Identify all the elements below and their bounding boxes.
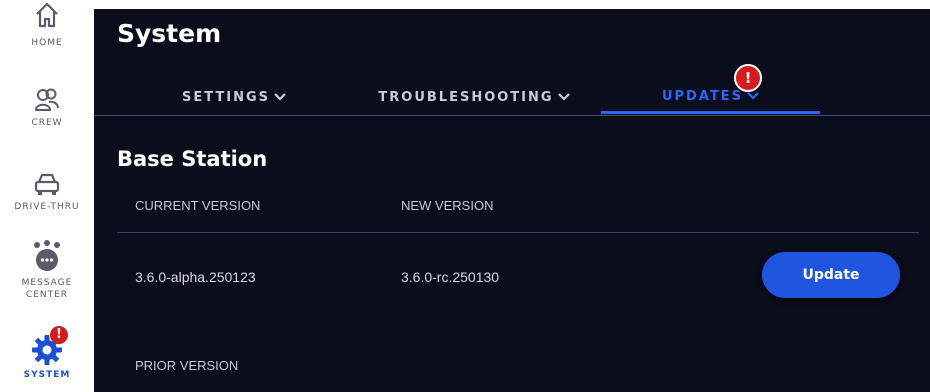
chevron-down-icon	[274, 93, 286, 101]
current-version-value: 3.6.0-alpha.250123	[135, 269, 256, 285]
page-title: System	[117, 19, 222, 48]
gear-icon-wrapper: !	[31, 326, 68, 366]
updates-alert-badge: !	[734, 64, 762, 92]
message-center-icon	[34, 240, 60, 271]
tab-updates[interactable]: UPDATES !	[601, 64, 820, 114]
new-version-header: NEW VERSION	[401, 198, 494, 213]
section-title: Base Station	[117, 147, 268, 171]
system-alert-badge: !	[50, 326, 68, 344]
sidebar-item-label: HOME	[31, 38, 63, 48]
sidebar-item-message-center[interactable]: MESSAGE CENTER	[0, 240, 94, 301]
prior-version-header: PRIOR VERSION	[135, 358, 239, 373]
sidebar-item-drive-thru[interactable]: DRIVE-THRU	[0, 170, 94, 213]
car-icon	[34, 173, 60, 195]
tab-bar: SETTINGS TROUBLESHOOTING UPDATES !	[94, 64, 930, 116]
sidebar-item-crew[interactable]: CREW	[0, 86, 94, 129]
tab-label: SETTINGS	[181, 89, 271, 105]
crew-icon	[34, 88, 59, 111]
sidebar-item-label: SYSTEM	[23, 370, 71, 380]
chevron-down-icon	[557, 93, 570, 101]
sidebar-item-label: DRIVE-THRU	[14, 202, 80, 212]
sidebar: HOME CREW DRIVE-THRU MESSAGE CENTER ! SY…	[0, 0, 94, 392]
tab-settings[interactable]: SETTINGS	[154, 81, 314, 113]
tab-troubleshooting[interactable]: TROUBLESHOOTING	[364, 81, 584, 113]
sidebar-item-label: MESSAGE CENTER	[21, 278, 73, 300]
chevron-down-icon	[747, 92, 759, 100]
update-button[interactable]: Update	[762, 252, 900, 298]
main-panel: System SETTINGS TROUBLESHOOTING UPDATES …	[94, 9, 930, 392]
sidebar-item-home[interactable]: HOME	[0, 0, 94, 49]
sidebar-item-system[interactable]: ! SYSTEM	[0, 326, 94, 381]
new-version-value: 3.6.0-rc.250130	[401, 269, 500, 285]
sidebar-item-label: CREW	[31, 118, 63, 128]
tab-label: TROUBLESHOOTING	[378, 89, 554, 105]
divider	[117, 232, 919, 233]
home-icon	[36, 2, 58, 28]
current-version-header: CURRENT VERSION	[135, 198, 261, 213]
tab-label: UPDATES	[661, 88, 744, 104]
